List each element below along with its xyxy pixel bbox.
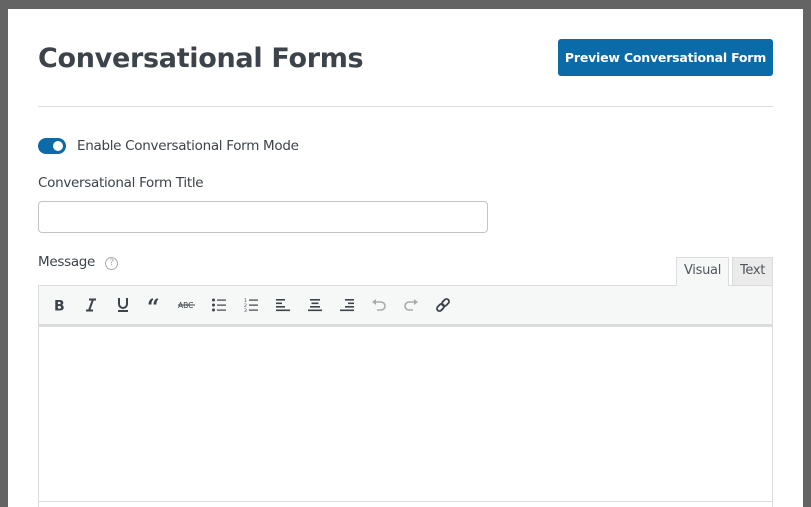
link-button[interactable] [427, 290, 459, 320]
svg-text:B: B [54, 299, 65, 313]
toggle-knob [53, 141, 63, 151]
enable-mode-row: Enable Conversational Form Mode [38, 138, 299, 154]
header-divider [38, 106, 773, 107]
bold-button[interactable]: B [43, 290, 75, 320]
quote-icon: “ [147, 298, 160, 312]
editor-toolbar: B “ ABC 123 [39, 286, 772, 327]
message-editor: B “ ABC 123 [38, 285, 773, 507]
link-icon [436, 298, 450, 312]
align-left-icon [276, 299, 290, 312]
message-editor-content[interactable] [39, 327, 772, 502]
numbered-list-icon: 123 [244, 298, 258, 312]
undo-button[interactable] [363, 290, 395, 320]
question-circle-icon[interactable]: ? [105, 257, 119, 270]
align-center-button[interactable] [299, 290, 331, 320]
underline-button[interactable] [107, 290, 139, 320]
align-right-icon [340, 299, 354, 312]
form-title-label: Conversational Form Title [38, 175, 204, 191]
enable-mode-label[interactable]: Enable Conversational Form Mode [77, 138, 299, 154]
strikethrough-icon: ABC [178, 301, 195, 310]
italic-icon [86, 298, 96, 312]
enable-conversational-mode-toggle[interactable] [38, 138, 66, 154]
page-title: Conversational Forms [38, 43, 364, 74]
align-left-button[interactable] [267, 290, 299, 320]
strikethrough-button[interactable]: ABC [171, 290, 203, 320]
bulleted-list-button[interactable] [203, 290, 235, 320]
svg-text:“: “ [147, 298, 160, 312]
redo-button[interactable] [395, 290, 427, 320]
numbered-list-button[interactable]: 123 [235, 290, 267, 320]
message-label: Message [38, 254, 96, 270]
preview-conversational-form-button[interactable]: Preview Conversational Form [558, 39, 773, 76]
undo-icon [372, 299, 386, 311]
tab-visual[interactable]: Visual [676, 257, 730, 286]
underline-icon [118, 298, 128, 312]
tab-text[interactable]: Text [732, 257, 774, 285]
align-right-button[interactable] [331, 290, 363, 320]
form-title-input[interactable] [38, 201, 488, 233]
conversational-forms-panel: Conversational Forms Preview Conversatio… [8, 9, 803, 507]
redo-icon [404, 299, 418, 311]
align-center-icon [308, 299, 322, 312]
bullet-list-icon [212, 298, 226, 312]
message-label-row: Message? [38, 254, 119, 270]
italic-button[interactable] [75, 290, 107, 320]
blockquote-button[interactable]: “ [139, 290, 171, 320]
bold-icon: B [54, 299, 65, 313]
svg-text:3: 3 [244, 308, 247, 312]
